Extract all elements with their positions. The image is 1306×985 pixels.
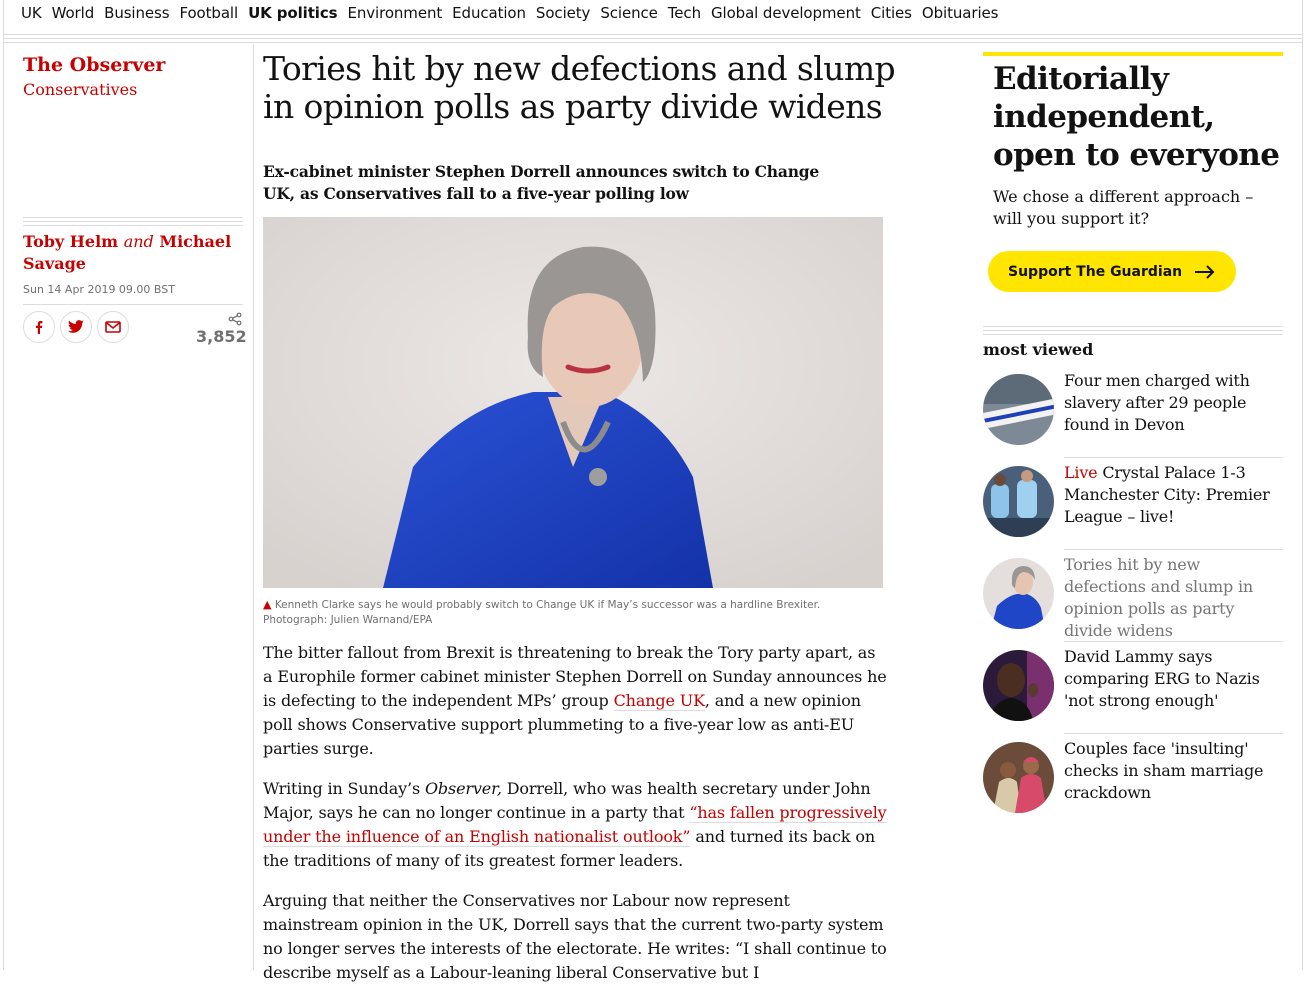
nav-item-education[interactable]: Education	[447, 3, 531, 23]
byline-divider	[23, 217, 243, 218]
support-accent-bar	[983, 52, 1283, 56]
most-viewed-item-3[interactable]: Tories hit by new defections and slump i…	[983, 554, 1283, 642]
article-headline: Tories hit by new defections and slump i…	[263, 49, 896, 126]
most-viewed-item-1[interactable]: Four men charged with slavery after 29 p…	[983, 370, 1283, 458]
byline-divider	[23, 225, 243, 226]
nav-divider	[3, 34, 1303, 35]
most-viewed-headline: Four men charged with slavery after 29 p…	[1064, 371, 1250, 434]
most-viewed-headline: Live Crystal Palace 1-3 Manchester City:…	[1064, 462, 1284, 528]
nav-item-environment[interactable]: Environment	[342, 3, 447, 23]
most-viewed-title: most viewed	[983, 340, 1094, 359]
share-email-button[interactable]	[97, 311, 129, 343]
share-icon	[228, 312, 242, 326]
police-tape-thumbnail	[983, 374, 1054, 445]
most-viewed-thumbnail	[983, 466, 1054, 537]
article-paragraph-3: Arguing that neither the Conservatives n…	[263, 891, 887, 982]
facebook-icon	[36, 321, 43, 334]
section-nav: UK World Business Football UK politics E…	[0, 0, 1306, 26]
most-viewed-separator	[1064, 457, 1283, 458]
byline-and: and	[123, 232, 154, 251]
share-count: 3,852	[196, 327, 247, 346]
most-viewed-divider	[983, 330, 1283, 331]
article-standfirst: Ex-cabinet minister Stephen Dorrell anno…	[263, 162, 820, 203]
author-link-toby-helm[interactable]: Toby Helm	[23, 232, 118, 251]
nav-item-global-development[interactable]: Global development	[706, 3, 866, 23]
theresa-may-thumbnail	[983, 558, 1054, 629]
support-title: Editorially independent, open to everyon…	[993, 61, 1280, 173]
nav-item-uk[interactable]: UK	[16, 3, 47, 23]
most-viewed-thumbnail	[983, 650, 1054, 721]
caption-text: Kenneth Clarke says he would probably sw…	[263, 599, 821, 626]
observer-italic: Observer,	[424, 779, 502, 798]
hero-photo	[263, 217, 883, 588]
article-paragraph-1: The bitter fallout from Brexit is threat…	[263, 641, 887, 761]
wedding-couple-thumbnail	[983, 742, 1054, 813]
most-viewed-separator	[1064, 549, 1283, 550]
nav-divider	[3, 38, 1303, 39]
most-viewed-thumbnail	[983, 374, 1054, 445]
live-badge: Live	[1064, 463, 1098, 482]
hero-caption: ▲ Kenneth Clarke says he would probably …	[263, 597, 883, 628]
most-viewed-thumbnail	[983, 558, 1054, 629]
most-viewed-item-2[interactable]: Live Crystal Palace 1-3 Manchester City:…	[983, 462, 1283, 550]
nav-item-world[interactable]: World	[47, 3, 100, 23]
share-facebook-button[interactable]	[23, 311, 55, 343]
most-viewed-headline: David Lammy says comparing ERG to Nazis …	[1064, 647, 1260, 710]
nav-list: UK World Business Football UK politics E…	[16, 3, 1003, 23]
twitter-icon	[68, 320, 84, 333]
email-icon	[105, 321, 121, 333]
byline: Toby Helm and Michael Savage	[23, 231, 243, 275]
nav-item-uk-politics[interactable]: UK politics	[243, 3, 342, 23]
nav-item-cities[interactable]: Cities	[866, 3, 917, 23]
most-viewed-separator	[1064, 733, 1283, 734]
share-twitter-button[interactable]	[60, 311, 92, 343]
observer-brand-link[interactable]: The Observer	[23, 54, 165, 76]
publish-date: Sun 14 Apr 2019 09.00 BST	[23, 283, 175, 296]
nav-divider	[3, 42, 1303, 43]
david-lammy-thumbnail	[983, 650, 1054, 721]
football-thumbnail	[983, 466, 1054, 537]
article-paragraph-2: Writing in Sunday’s Observer, Dorrell, w…	[263, 777, 887, 873]
support-button-label: Support The Guardian	[1008, 263, 1183, 280]
nav-item-football[interactable]: Football	[174, 3, 243, 23]
nav-item-science[interactable]: Science	[595, 3, 662, 23]
support-the-guardian-button[interactable]: Support The Guardian	[988, 251, 1237, 292]
most-viewed-divider	[983, 326, 1283, 327]
most-viewed-item-5[interactable]: Couples face 'insulting' checks in sham …	[983, 738, 1283, 826]
byline-divider	[23, 221, 243, 222]
arrow-right-icon	[1195, 264, 1215, 279]
change-uk-link[interactable]: Change UK	[613, 691, 705, 711]
nav-item-society[interactable]: Society	[531, 3, 595, 23]
nav-item-obituaries[interactable]: Obituaries	[917, 3, 1003, 23]
paragraph-text: Writing in Sunday’s	[263, 779, 425, 798]
most-viewed-headline: Couples face 'insulting' checks in sham …	[1064, 739, 1264, 802]
support-subtitle: We chose a different approach – will you…	[993, 187, 1254, 228]
most-viewed-thumbnail	[983, 742, 1054, 813]
nav-item-tech[interactable]: Tech	[663, 3, 706, 23]
hero-image	[263, 217, 883, 588]
caption-triangle-icon: ▲	[263, 598, 272, 611]
column-divider	[253, 44, 254, 970]
most-viewed-divider	[983, 334, 1283, 335]
most-viewed-separator	[1064, 641, 1283, 642]
section-tag-conservatives[interactable]: Conservatives	[23, 80, 137, 99]
most-viewed-headline: Tories hit by new defections and slump i…	[1064, 555, 1253, 640]
nav-item-business[interactable]: Business	[99, 3, 174, 23]
most-viewed-item-4[interactable]: David Lammy says comparing ERG to Nazis …	[983, 646, 1283, 734]
share-divider	[23, 304, 243, 305]
